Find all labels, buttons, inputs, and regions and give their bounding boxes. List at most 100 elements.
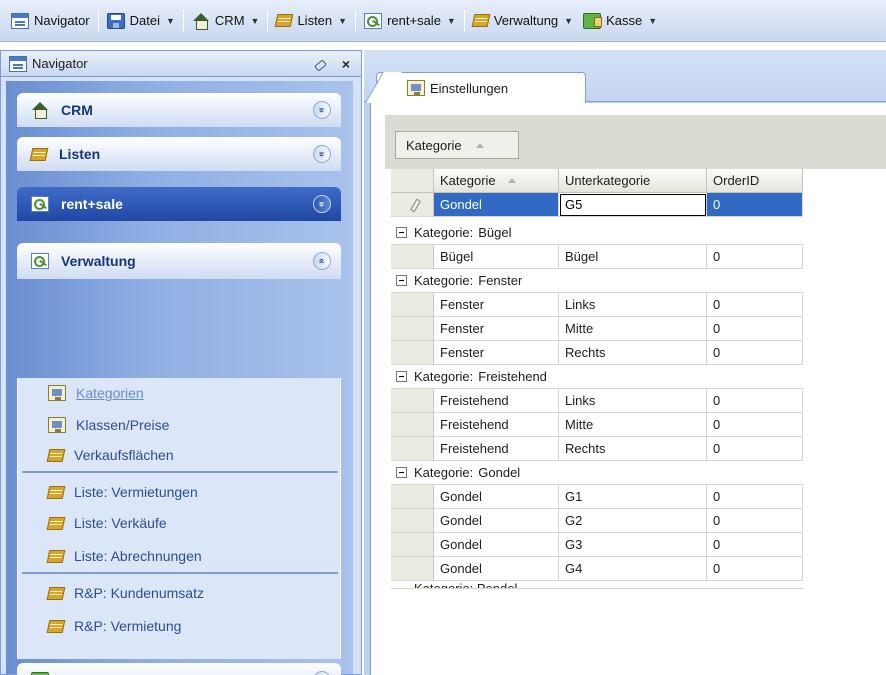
cell-kategorie[interactable]: Fenster xyxy=(434,317,559,341)
row-selector[interactable] xyxy=(391,317,434,341)
cell-orderid[interactable]: 0 xyxy=(707,317,803,341)
nav-item-verkaufsfl-chen[interactable]: Verkaufsflächen xyxy=(18,443,342,467)
toolbar-navigator-button[interactable]: Navigator xyxy=(6,8,95,34)
collapse-chevron-icon[interactable]: « xyxy=(313,252,331,270)
toolbar-listen-button[interactable]: Listen ▼ xyxy=(271,8,352,34)
tab-einstellungen[interactable]: Einstellungen xyxy=(376,72,586,103)
toolbar-verwaltung-button[interactable]: Verwaltung ▼ xyxy=(468,8,578,34)
close-icon[interactable]: × xyxy=(339,57,353,71)
table-row[interactable]: Gondel G2 0 xyxy=(391,509,803,533)
cell-unterkategorie[interactable]: G4 xyxy=(559,557,707,581)
row-selector[interactable] xyxy=(391,341,434,365)
nav-group-rent-sale[interactable]: rent+sale » xyxy=(17,187,341,221)
cell-orderid[interactable]: 0 xyxy=(707,293,803,317)
nav-group-kassensystem[interactable]: Kassensystem» xyxy=(17,663,341,675)
column-header-unterkategorie[interactable]: Unterkategorie xyxy=(559,169,707,193)
cell-kategorie[interactable]: Fenster xyxy=(434,293,559,317)
row-selector[interactable] xyxy=(391,293,434,317)
table-row[interactable]: Fenster Mitte 0 xyxy=(391,317,803,341)
expand-chevron-icon[interactable]: » xyxy=(313,101,331,119)
cell-orderid[interactable]: 0 xyxy=(707,485,803,509)
collapse-group-icon[interactable] xyxy=(396,275,407,286)
nav-group-listen[interactable]: Listen » xyxy=(17,137,341,171)
cell-kategorie[interactable]: Gondel xyxy=(434,533,559,557)
cell-kategorie[interactable]: Freistehend xyxy=(434,413,559,437)
nav-item-liste-vermietungen[interactable]: Liste: Vermietungen xyxy=(18,480,342,504)
cell-unterkategorie[interactable]: Bügel xyxy=(559,245,707,269)
cell-unterkategorie[interactable]: G1 xyxy=(559,485,707,509)
table-row[interactable]: Gondel G3 0 xyxy=(391,533,803,557)
collapse-group-icon[interactable] xyxy=(396,467,407,478)
nav-group-verwaltung[interactable]: Verwaltung « xyxy=(17,243,341,279)
toolbar-rent-sale-button[interactable]: rent+sale ▼ xyxy=(359,8,461,34)
group-row-partial[interactable]: Kategorie: Pendel xyxy=(391,581,803,589)
cell-unterkategorie[interactable]: G2 xyxy=(559,509,707,533)
row-selector[interactable] xyxy=(391,509,434,533)
cell-orderid[interactable]: 0 xyxy=(707,341,803,365)
cell-kategorie[interactable]: Fenster xyxy=(434,341,559,365)
group-by-chip-kategorie[interactable]: Kategorie xyxy=(395,131,519,159)
group-row-freistehend[interactable]: Kategorie: Freistehend xyxy=(391,365,803,389)
row-selector[interactable] xyxy=(391,389,434,413)
row-selector[interactable] xyxy=(391,533,434,557)
cell-orderid[interactable]: 0 xyxy=(707,437,803,461)
table-row[interactable]: Freistehend Links 0 xyxy=(391,389,803,413)
row-selector[interactable] xyxy=(391,193,434,217)
cell-unterkategorie[interactable]: Mitte xyxy=(559,317,707,341)
toolbar-crm-button[interactable]: CRM ▼ xyxy=(187,8,265,34)
expand-chevron-icon[interactable]: » xyxy=(313,145,331,163)
cell-orderid[interactable]: 0 xyxy=(707,193,803,217)
cell-unterkategorie[interactable]: Links xyxy=(559,389,707,413)
cell-orderid[interactable]: 0 xyxy=(707,509,803,533)
group-row-bügel[interactable]: Kategorie: Bügel xyxy=(391,221,803,245)
cell-unterkategorie[interactable]: Rechts xyxy=(559,437,707,461)
row-selector[interactable] xyxy=(391,413,434,437)
cell-orderid[interactable]: 0 xyxy=(707,413,803,437)
cell-kategorie[interactable]: Gondel xyxy=(434,485,559,509)
grid-edit-row[interactable]: Gondel G5 0 xyxy=(391,193,803,217)
row-selector[interactable] xyxy=(391,485,434,509)
table-row[interactable]: Gondel G1 0 xyxy=(391,485,803,509)
cell-unterkategorie-editor[interactable]: G5 xyxy=(559,193,707,217)
collapse-group-icon[interactable] xyxy=(396,371,407,382)
expand-chevron-icon[interactable]: » xyxy=(313,671,331,675)
nav-item-liste-abrechnungen[interactable]: Liste: Abrechnungen xyxy=(18,544,342,568)
cell-unterkategorie[interactable]: G3 xyxy=(559,533,707,557)
nav-item-klassen-preise[interactable]: Klassen/Preise xyxy=(18,413,342,437)
group-row-fenster[interactable]: Kategorie: Fenster xyxy=(391,269,803,293)
collapse-group-icon[interactable] xyxy=(396,227,407,238)
nav-item-r-p-vermietung[interactable]: R&P: Vermietung xyxy=(18,614,342,638)
table-row[interactable]: Freistehend Rechts 0 xyxy=(391,437,803,461)
table-row[interactable]: Gondel G4 0 xyxy=(391,557,803,581)
cell-unterkategorie[interactable]: Rechts xyxy=(559,341,707,365)
nav-group-crm[interactable]: CRM » xyxy=(17,93,341,127)
cell-kategorie[interactable]: Freistehend xyxy=(434,389,559,413)
cell-orderid[interactable]: 0 xyxy=(707,557,803,581)
nav-item-kategorien[interactable]: Kategorien xyxy=(18,381,342,405)
toolbar-kasse-button[interactable]: Kasse ▼ xyxy=(578,8,662,34)
table-row[interactable]: Fenster Links 0 xyxy=(391,293,803,317)
nav-item-r-p-kundenumsatz[interactable]: R&P: Kundenumsatz xyxy=(18,581,342,605)
table-row[interactable]: Freistehend Mitte 0 xyxy=(391,413,803,437)
cell-kategorie[interactable]: Gondel xyxy=(434,193,559,217)
cell-orderid[interactable]: 0 xyxy=(707,245,803,269)
cell-kategorie[interactable]: Bügel xyxy=(434,245,559,269)
expand-chevron-icon[interactable]: » xyxy=(313,195,331,213)
row-selector[interactable] xyxy=(391,245,434,269)
table-row[interactable]: Bügel Bügel 0 xyxy=(391,245,803,269)
group-row-gondel[interactable]: Kategorie: Gondel xyxy=(391,461,803,485)
cell-orderid[interactable]: 0 xyxy=(707,533,803,557)
row-selector[interactable] xyxy=(391,557,434,581)
toolbar-datei-button[interactable]: Datei ▼ xyxy=(102,8,180,34)
table-row[interactable]: Fenster Rechts 0 xyxy=(391,341,803,365)
pin-icon[interactable] xyxy=(313,57,327,71)
cell-unterkategorie[interactable]: Links xyxy=(559,293,707,317)
cell-kategorie[interactable]: Gondel xyxy=(434,509,559,533)
nav-item-liste-verk-ufe[interactable]: Liste: Verkäufe xyxy=(18,511,342,535)
cell-kategorie[interactable]: Gondel xyxy=(434,557,559,581)
cell-kategorie[interactable]: Freistehend xyxy=(434,437,559,461)
row-selector[interactable] xyxy=(391,437,434,461)
column-header-kategorie[interactable]: Kategorie xyxy=(434,169,559,193)
cell-orderid[interactable]: 0 xyxy=(707,389,803,413)
column-header-orderid[interactable]: OrderID xyxy=(707,169,803,193)
